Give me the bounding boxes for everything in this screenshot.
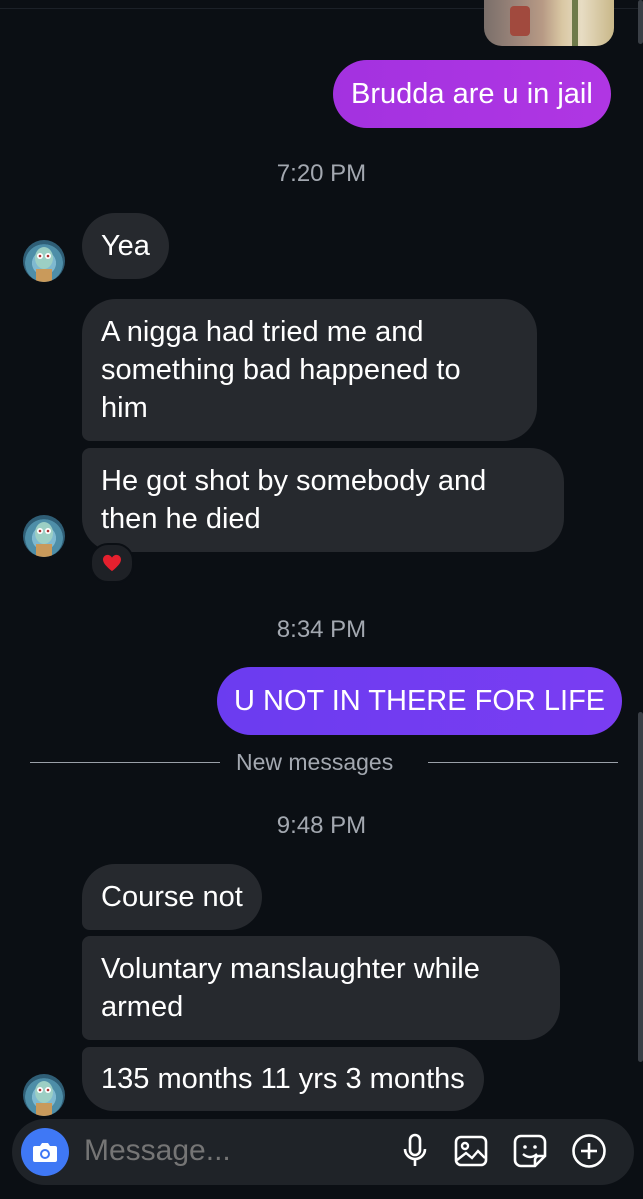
outgoing-message[interactable]: Brudda are u in jail — [333, 60, 611, 128]
timestamp: 8:34 PM — [276, 616, 367, 643]
sticker-icon — [513, 1134, 547, 1168]
message-text-line: something bad happened to — [101, 354, 461, 386]
incoming-message[interactable]: He got shot by somebody and then he died — [82, 448, 564, 552]
message-text-line: A nigga had tried me and — [101, 316, 424, 348]
outgoing-message[interactable]: U NOT IN THERE FOR LIFE — [217, 667, 623, 735]
add-button[interactable] — [569, 1131, 609, 1171]
message-text: U NOT IN THERE FOR LIFE — [234, 685, 606, 717]
contact-avatar[interactable] — [23, 1074, 65, 1116]
message-input[interactable] — [84, 1132, 384, 1170]
reaction-badge[interactable] — [90, 543, 134, 583]
shared-image-message[interactable] — [484, 0, 614, 46]
message-text-line: him — [101, 392, 148, 424]
incoming-message[interactable]: A nigga had tried me and something bad h… — [82, 299, 537, 441]
contact-avatar[interactable] — [23, 515, 65, 557]
message-text-line: then he died — [101, 503, 261, 535]
sticker-button[interactable] — [510, 1131, 550, 1171]
microphone-button[interactable] — [395, 1131, 435, 1171]
camera-button[interactable] — [21, 1128, 69, 1176]
incoming-message[interactable]: Course not — [82, 864, 262, 930]
camera-icon — [33, 1143, 57, 1162]
microphone-icon — [403, 1133, 427, 1166]
incoming-message[interactable]: Yea — [82, 213, 169, 279]
scrollbar-top[interactable] — [638, 0, 643, 44]
new-messages-label: New messages — [236, 749, 394, 775]
timestamp: 7:20 PM — [276, 160, 367, 187]
message-text: 135 months 11 yrs 3 months — [101, 1063, 465, 1095]
gallery-button[interactable] — [451, 1131, 491, 1171]
gallery-icon — [454, 1135, 488, 1167]
separator-line-left — [30, 762, 220, 763]
message-text-line: Voluntary manslaughter while — [101, 953, 480, 985]
scrollbar-thumb[interactable] — [638, 712, 643, 1062]
message-text: Yea — [101, 230, 150, 262]
incoming-message[interactable]: 135 months 11 yrs 3 months — [82, 1047, 484, 1111]
message-text: Brudda are u in jail — [351, 78, 593, 110]
heart-icon — [103, 554, 121, 572]
incoming-message[interactable]: Voluntary manslaughter while armed — [82, 936, 560, 1040]
message-text: Course not — [101, 881, 243, 913]
message-text-line: He got shot by somebody and — [101, 465, 487, 497]
timestamp: 9:48 PM — [276, 812, 367, 839]
plus-icon — [572, 1134, 606, 1168]
message-text-line: armed — [101, 991, 184, 1023]
contact-avatar[interactable] — [23, 240, 65, 282]
separator-line-right — [428, 762, 618, 763]
